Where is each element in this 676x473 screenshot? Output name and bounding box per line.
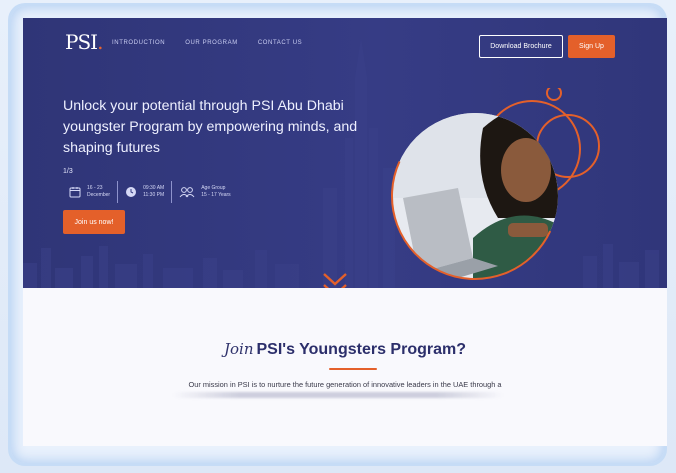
event-times: 09:30 AM 11:30 PM (125, 185, 164, 199)
hero-headline-line: Unlock your potential through PSI Abu Dh… (63, 98, 344, 114)
hero-headline-line: shaping futures (63, 140, 161, 156)
divider (117, 181, 119, 203)
slide-counter: 1/3 (63, 168, 73, 175)
mission-text-overflow (173, 392, 503, 398)
age-group-label: Age Group (201, 185, 226, 191)
hero-headline-line: youngster Program by empowering minds, a… (63, 119, 358, 135)
section-title: Join PSI's Youngsters Program? (23, 340, 667, 359)
nav-our-program[interactable]: OUR PROGRAM (185, 40, 238, 46)
nav-contact-us[interactable]: CONTACT US (258, 40, 302, 46)
people-icon (179, 187, 195, 198)
section-title-text: PSI's Youngsters Program? (256, 341, 467, 358)
calendar-icon (69, 187, 81, 198)
download-brochure-button[interactable]: Download Brochure (479, 35, 563, 58)
age-group-value: 15 - 17 Years (201, 192, 231, 198)
hero-headline: Unlock your potential through PSI Abu Dh… (63, 96, 363, 159)
program-intro-section: Join PSI's Youngsters Program? Our missio… (23, 288, 667, 446)
nav-introduction[interactable]: INTRODUCTION (112, 40, 165, 46)
join-us-button[interactable]: Join us now! (63, 210, 125, 234)
event-age-group: Age Group 15 - 17 Years (179, 185, 231, 199)
event-info-row: 16 - 23 December 09:30 AM 11:30 PM Age Gro… (69, 181, 231, 203)
title-underline (329, 368, 377, 370)
section-title-script: Join (223, 340, 254, 358)
psi-logo[interactable]: PSI. (65, 30, 103, 54)
hero-banner: PSI. INTRODUCTION OUR PROGRAM CONTACT US… (23, 18, 667, 288)
main-nav: INTRODUCTION OUR PROGRAM CONTACT US (112, 40, 302, 46)
event-dates: 16 - 23 December (69, 185, 110, 199)
event-date-month: December (87, 192, 111, 198)
event-start-time: 09:30 AM (143, 185, 165, 191)
mission-text: Our mission in PSI is to nurture the fut… (188, 380, 502, 389)
event-end-time: 11:30 PM (143, 192, 165, 198)
clock-icon (126, 187, 137, 197)
event-date-range: 16 - 23 (87, 185, 103, 191)
page-viewport: PSI. INTRODUCTION OUR PROGRAM CONTACT US… (23, 18, 667, 446)
sign-up-button[interactable]: Sign Up (568, 35, 615, 58)
divider (171, 181, 173, 203)
student-portrait-image (391, 88, 600, 280)
